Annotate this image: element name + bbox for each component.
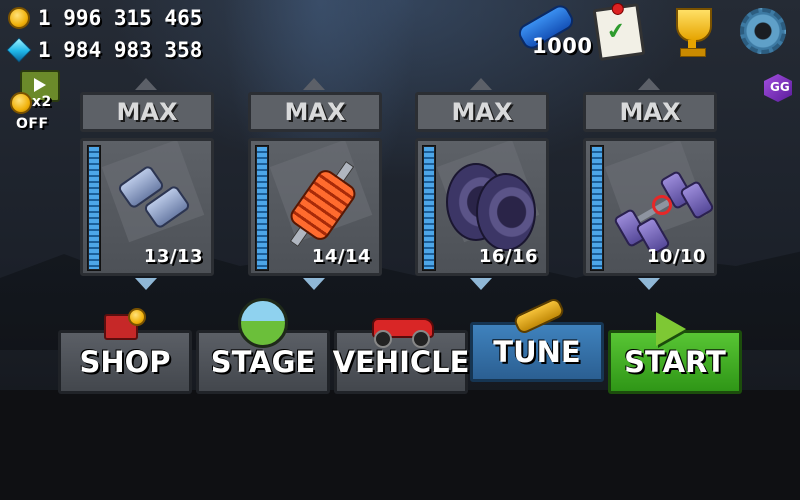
card-notch-top [135, 78, 157, 90]
gem-icon [6, 37, 32, 63]
settings-gear-icon[interactable] [740, 8, 786, 54]
play-flag-icon [656, 312, 686, 346]
gem-value: 1 984 983 358 [38, 38, 203, 62]
max-label: MAX [116, 98, 178, 126]
stage-label: STAGE [210, 345, 316, 379]
jeep-icon [368, 310, 434, 348]
fuel-value: 1000 [532, 34, 593, 58]
upgrade-panel[interactable]: 14/14 [248, 138, 382, 276]
upgrade-max-button[interactable]: MAX [415, 92, 549, 132]
upgrade-panel[interactable]: 10/10 [583, 138, 717, 276]
upgrade-meter [255, 145, 269, 271]
meter-fill [89, 147, 99, 269]
shop-label: SHOP [79, 345, 171, 379]
upgrade-level: 16/16 [478, 246, 538, 267]
gg-label: GG [770, 80, 790, 94]
4wd-icon [612, 167, 714, 257]
max-label: MAX [451, 98, 513, 126]
upgrade-card-4wd[interactable]: MAX 10/10 [583, 78, 717, 292]
vehicle-label: VEHICLE [332, 345, 470, 379]
card-notch-bottom [303, 278, 325, 290]
missions-button[interactable]: ✔ [592, 2, 646, 61]
pin-icon [611, 2, 625, 16]
card-notch-top [303, 78, 325, 90]
upgrade-panel[interactable]: 16/16 [415, 138, 549, 276]
max-label: MAX [619, 98, 681, 126]
card-notch-top [638, 78, 660, 90]
coin-icon [8, 7, 30, 29]
card-notch-bottom [470, 278, 492, 290]
shop-bag-icon [104, 308, 150, 340]
meter-fill [257, 147, 267, 269]
upgrade-max-button[interactable]: MAX [80, 92, 214, 132]
tune-label: TUNE [493, 335, 581, 369]
stage-globe-icon [238, 298, 288, 348]
max-label: MAX [284, 98, 346, 126]
checklist-icon: ✔ [605, 18, 628, 46]
upgrade-level: 13/13 [143, 246, 203, 267]
meter-fill [592, 147, 602, 269]
start-label: START [624, 345, 726, 379]
upgrade-panel[interactable]: 13/13 [80, 138, 214, 276]
trophy-stem [688, 40, 696, 48]
upgrade-meter [422, 145, 436, 271]
floor [0, 390, 800, 500]
coin-icon [10, 92, 32, 114]
trophy-icon [676, 8, 712, 42]
trophy-button[interactable] [664, 6, 720, 58]
card-notch-bottom [135, 278, 157, 290]
coin-value: 1 996 315 465 [38, 6, 203, 30]
double-coins-button[interactable]: x2 OFF [10, 70, 60, 136]
tune-button[interactable]: TUNE [470, 322, 604, 382]
upgrade-max-button[interactable]: MAX [248, 92, 382, 132]
upgrade-card-engine[interactable]: MAX 13/13 [80, 78, 214, 292]
trophy-base [680, 48, 706, 57]
upgrade-level: 10/10 [646, 246, 706, 267]
coin-counter: 1 996 315 465 [8, 6, 202, 30]
gem-counter: 1 984 983 358 [6, 37, 203, 63]
card-notch-top [470, 78, 492, 90]
engine-icon [113, 163, 193, 243]
meter-fill [424, 147, 434, 269]
upgrade-meter [87, 145, 101, 271]
suspension-icon [281, 155, 371, 255]
upgrade-max-button[interactable]: MAX [583, 92, 717, 132]
tires-icon [446, 159, 542, 255]
fuel-counter[interactable]: 1000 [510, 1, 592, 60]
upgrade-card-tires[interactable]: MAX 16/16 [415, 78, 549, 292]
upgrade-card-suspension[interactable]: MAX 14/14 [248, 78, 382, 292]
double-coins-status: OFF [16, 116, 49, 132]
multiplier-label: x2 [32, 94, 52, 110]
card-notch-bottom [638, 278, 660, 290]
upgrade-meter [590, 145, 604, 271]
upgrade-level: 14/14 [311, 246, 371, 267]
